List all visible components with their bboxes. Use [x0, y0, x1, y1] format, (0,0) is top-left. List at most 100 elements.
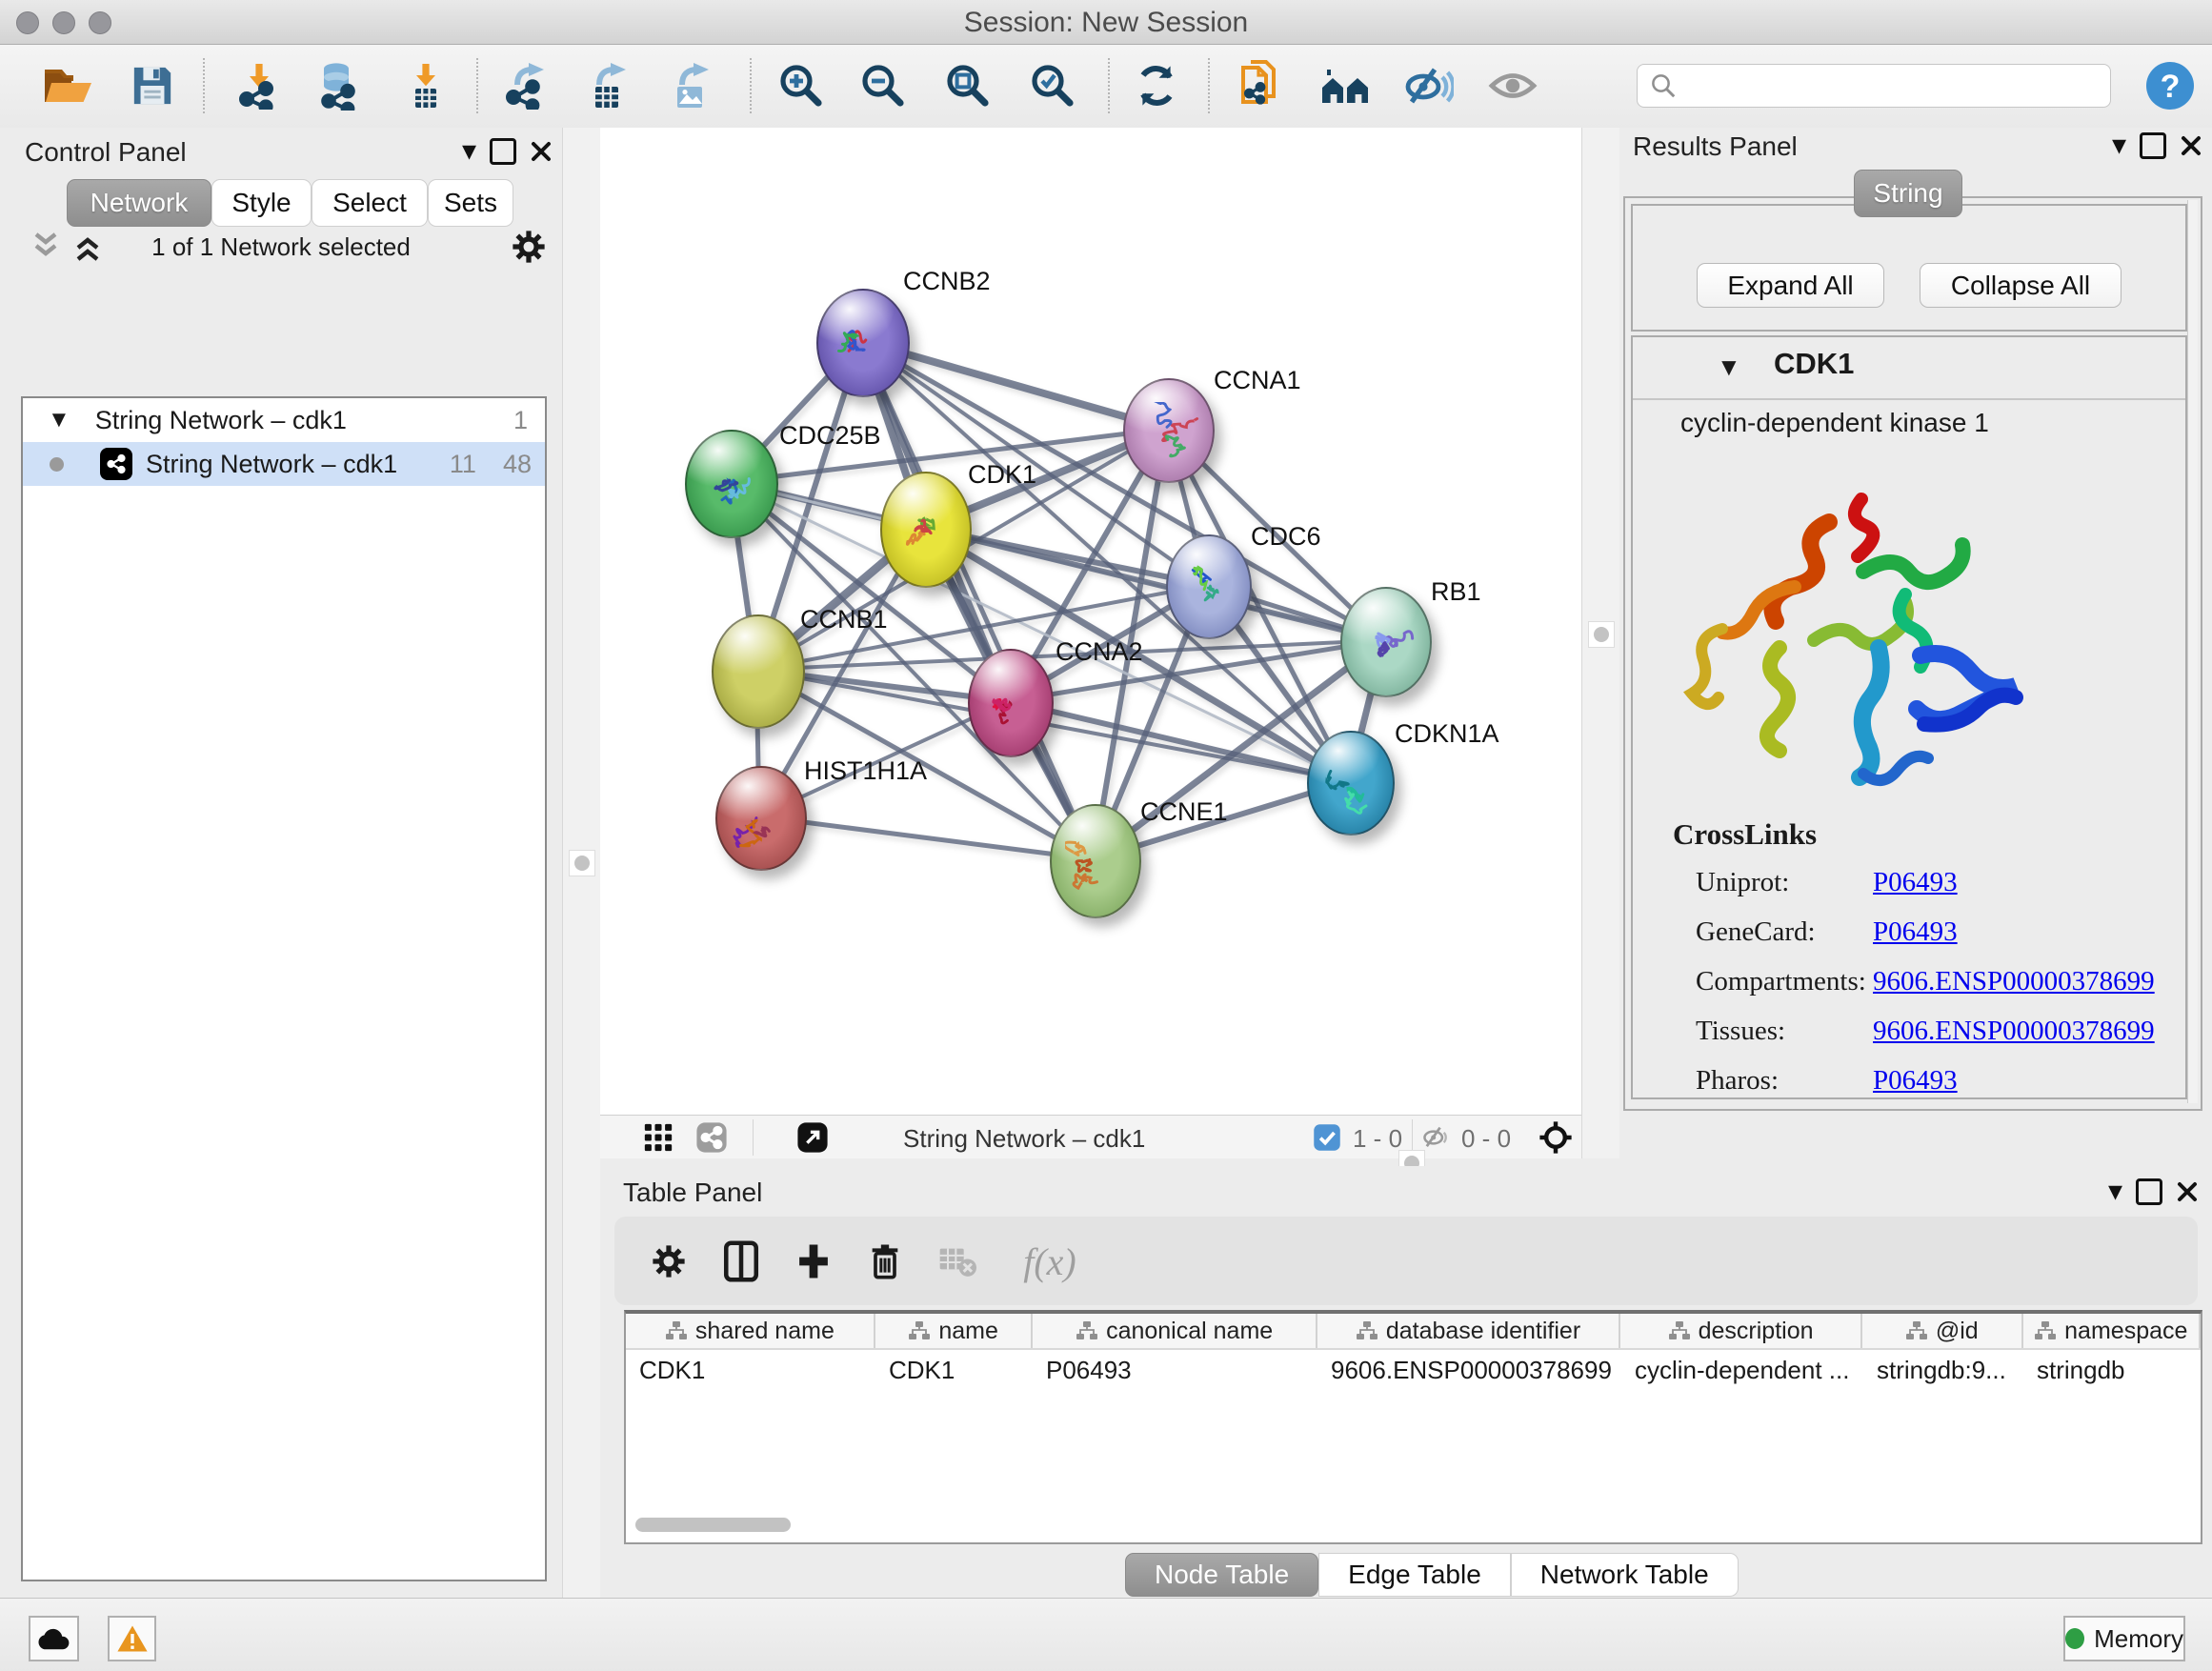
network-node-CCNA1[interactable]	[1123, 378, 1215, 483]
table-panel-close-icon[interactable]	[2176, 1180, 2199, 1203]
column-header-canonical-name[interactable]: canonical name	[1033, 1314, 1317, 1348]
table-cell[interactable]: stringdb:9...	[1863, 1356, 2023, 1385]
network-node-HIST1H1A[interactable]	[715, 766, 807, 871]
tab-node-table[interactable]: Node Table	[1125, 1553, 1318, 1597]
table-panel-collapse-icon[interactable]: ▾	[2108, 1181, 2122, 1202]
network-node-CDK1[interactable]	[880, 472, 972, 588]
tab-sets[interactable]: Sets	[428, 179, 513, 227]
column-header-namespace[interactable]: namespace	[2023, 1314, 2201, 1348]
column-header-@id[interactable]: @id	[1862, 1314, 2023, 1348]
search-field[interactable]	[1637, 64, 2111, 108]
tab-style[interactable]: Style	[211, 179, 312, 227]
hide-selected-button[interactable]	[1401, 58, 1457, 113]
column-header-shared-name[interactable]: shared name	[626, 1314, 875, 1348]
network-node-CCNB1[interactable]	[712, 614, 805, 729]
export-table-button[interactable]	[580, 58, 635, 113]
network-options-gear-icon[interactable]	[509, 227, 549, 267]
grid-view-icon[interactable]	[642, 1121, 674, 1154]
control-panel-float-icon[interactable]	[490, 138, 516, 165]
add-column-button[interactable]	[790, 1238, 837, 1285]
column-header-database-identifier[interactable]: database identifier	[1317, 1314, 1620, 1348]
control-panel-close-icon[interactable]	[530, 140, 553, 163]
table-settings-button[interactable]	[645, 1238, 693, 1285]
network-node-CCNB2[interactable]	[816, 289, 910, 397]
results-panel-close-icon[interactable]	[2180, 134, 2202, 157]
cloud-status-button[interactable]	[29, 1616, 79, 1661]
search-input[interactable]	[1678, 70, 2110, 102]
show-all-button[interactable]	[1485, 58, 1540, 113]
collection-expand-icon[interactable]: ▼	[48, 407, 70, 433]
right-splitter-handle[interactable]	[1588, 621, 1615, 648]
column-header-name[interactable]: name	[875, 1314, 1034, 1348]
table-cell[interactable]: P06493	[1033, 1356, 1317, 1385]
tab-edge-table[interactable]: Edge Table	[1318, 1553, 1511, 1597]
control-panel-collapse-icon[interactable]: ▾	[462, 141, 476, 162]
network-edge[interactable]	[759, 816, 1094, 859]
results-panel-collapse-icon[interactable]: ▾	[2112, 135, 2126, 156]
export-image-button[interactable]	[663, 58, 718, 113]
network-node-CDC25B[interactable]	[685, 430, 778, 538]
show-columns-button[interactable]	[717, 1238, 765, 1285]
crosslink-tissues-link[interactable]: 9606.ENSP00000378699	[1873, 1016, 2155, 1047]
table-cell[interactable]: cyclin-dependent ...	[1621, 1356, 1863, 1385]
crosslink-pharos-link[interactable]: P06493	[1873, 1065, 1958, 1097]
birdseye-crosshair-icon[interactable]	[1538, 1119, 1574, 1156]
right-splitter[interactable]	[1581, 128, 1621, 1158]
warnings-button[interactable]	[108, 1616, 156, 1661]
node-table[interactable]: shared namenamecanonical namedatabase id…	[624, 1310, 2202, 1544]
expand-all-button[interactable]: Expand All	[1697, 263, 1884, 308]
zoom-in-button[interactable]	[774, 58, 829, 113]
open-session-button[interactable]	[40, 58, 95, 113]
network-row[interactable]: String Network – cdk1 11 48	[23, 442, 545, 486]
network-node-CCNE1[interactable]	[1050, 804, 1141, 918]
gene-collapse-icon[interactable]: ▼	[1717, 352, 1741, 382]
export-network-button[interactable]	[498, 58, 553, 113]
table-row[interactable]: CDK1CDK1P064939606.ENSP00000378699cyclin…	[626, 1350, 2201, 1390]
table-cell[interactable]: stringdb	[2023, 1356, 2201, 1385]
memory-button[interactable]: Memory	[2063, 1616, 2185, 1661]
tab-network-table[interactable]: Network Table	[1511, 1553, 1739, 1597]
tab-network[interactable]: Network	[67, 179, 211, 227]
import-table-button[interactable]	[398, 58, 453, 113]
table-hscrollbar[interactable]	[635, 1518, 791, 1532]
tab-select[interactable]: Select	[312, 179, 428, 227]
results-panel-float-icon[interactable]	[2140, 132, 2166, 159]
table-cell[interactable]: CDK1	[875, 1356, 1033, 1385]
tab-string[interactable]: String	[1854, 170, 1962, 217]
folder-open-icon	[43, 64, 92, 108]
zoom-selected-button[interactable]	[1025, 58, 1080, 113]
refresh-button[interactable]	[1129, 58, 1184, 113]
table-cell[interactable]: CDK1	[626, 1356, 875, 1385]
save-session-button[interactable]	[125, 58, 180, 113]
memory-status-dot	[2065, 1628, 2084, 1649]
network-collection-row[interactable]: ▼ String Network – cdk1 1	[23, 398, 545, 442]
zoom-out-button[interactable]	[855, 58, 911, 113]
help-button[interactable]: ?	[2142, 58, 2198, 113]
network-node-RB1[interactable]	[1340, 587, 1432, 697]
left-splitter[interactable]	[562, 128, 602, 1598]
import-network-file-button[interactable]	[231, 58, 287, 113]
table-panel-float-icon[interactable]	[2136, 1178, 2162, 1205]
network-canvas[interactable]: CCNB2CCNA1CDC25BCDK1CDC6RB1CCNB1CCNA2CDK…	[600, 128, 1581, 1115]
network-badge-icon[interactable]	[695, 1121, 728, 1154]
selected-checkbox-icon[interactable]	[1313, 1123, 1341, 1152]
collapse-all-button[interactable]: Collapse All	[1920, 263, 2122, 308]
left-splitter-handle[interactable]	[569, 850, 595, 876]
crosslink-genecard-link[interactable]: P06493	[1873, 916, 1958, 948]
home-button[interactable]	[1318, 58, 1374, 113]
table-cell[interactable]: 9606.ENSP00000378699	[1317, 1356, 1621, 1385]
column-header-description[interactable]: description	[1620, 1314, 1862, 1348]
network-node-CDKN1A[interactable]	[1307, 731, 1395, 836]
string-import-button[interactable]	[1234, 58, 1289, 113]
results-scrollbar[interactable]	[2187, 200, 2198, 1103]
zoom-fit-button[interactable]	[940, 58, 995, 113]
delete-column-button[interactable]	[861, 1238, 909, 1285]
crosslink-compartments-link[interactable]: 9606.ENSP00000378699	[1873, 966, 2155, 997]
network-node-CDC6[interactable]	[1166, 534, 1252, 639]
crosslink-uniprot-link[interactable]: P06493	[1873, 867, 1958, 898]
open-in-window-icon[interactable]	[796, 1121, 829, 1154]
horizontal-splitter[interactable]	[600, 1158, 2212, 1166]
import-network-database-button[interactable]	[311, 58, 366, 113]
hidden-node-edge-counts: 0 - 0	[1461, 1124, 1511, 1154]
network-node-CCNA2[interactable]	[968, 649, 1054, 757]
